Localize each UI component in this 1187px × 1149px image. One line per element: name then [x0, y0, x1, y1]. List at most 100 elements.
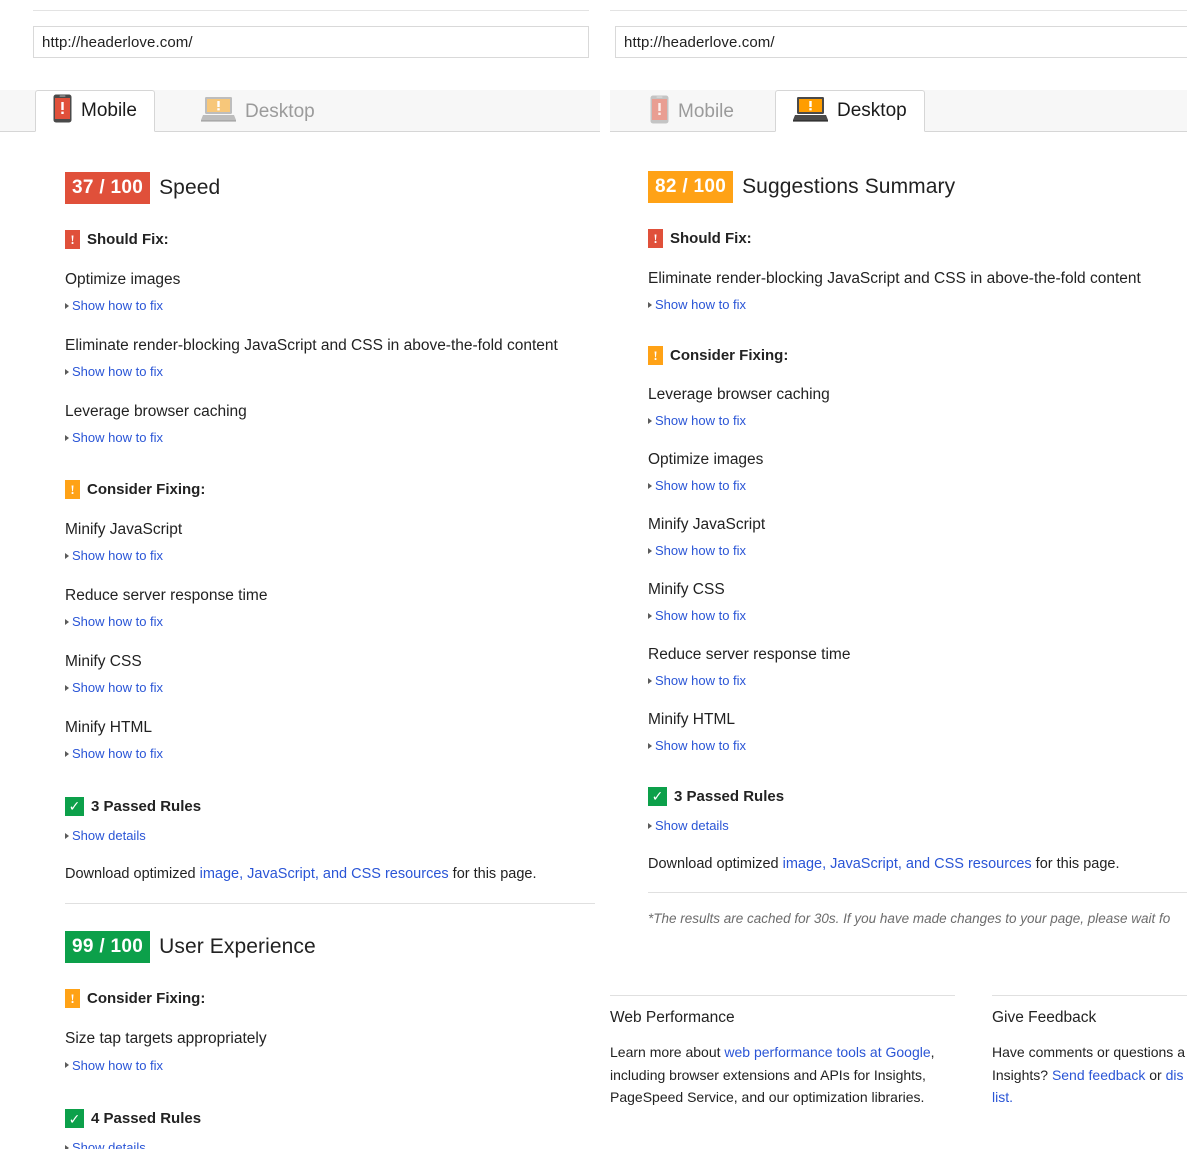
chevron-right-icon — [65, 1062, 69, 1069]
tab-mobile[interactable]: Mobile — [35, 90, 155, 132]
show-details-link[interactable]: Show details — [648, 818, 1187, 834]
rule-item: Minify HTML Show how to fix — [648, 710, 1187, 754]
link-label: Show how to fix — [72, 430, 164, 446]
discussion-list-link[interactable]: dis — [1166, 1067, 1184, 1083]
group-label: Should Fix: — [87, 231, 169, 248]
footer-column-title: Give Feedback — [992, 1009, 1097, 1026]
show-how-to-fix-link[interactable]: Show how to fix — [65, 680, 595, 696]
top-divider — [610, 10, 1187, 11]
tab-mobile[interactable]: Mobile — [632, 90, 752, 132]
suggestions-summary-section: 82 / 100 Suggestions Summary ! Should Fi… — [648, 171, 1187, 928]
feedback-or: or — [1145, 1066, 1166, 1083]
show-how-to-fix-link[interactable]: Show how to fix — [65, 548, 595, 564]
score-title: Speed — [159, 176, 221, 199]
chevron-right-icon — [65, 553, 69, 560]
send-feedback-link[interactable]: Send feedback — [1052, 1067, 1145, 1083]
link-label: Show how to fix — [655, 608, 747, 624]
group-label: Consider Fixing: — [87, 480, 206, 498]
rule-item: Minify HTML Show how to fix — [65, 718, 595, 762]
rule-name: Minify CSS — [648, 580, 725, 598]
link-label: Show how to fix — [655, 478, 747, 494]
download-resources-link[interactable]: image, JavaScript, and CSS resources — [783, 856, 1032, 872]
chevron-right-icon — [65, 750, 69, 757]
tab-label: Mobile — [678, 100, 734, 122]
feedback-line-1: Have comments or questions a — [992, 1044, 1185, 1061]
mobile-phone-icon — [650, 95, 669, 129]
consider-fixing-header: ! Consider Fixing: — [65, 989, 595, 1009]
chevron-right-icon — [65, 1144, 69, 1149]
rule-name: Minify JavaScript — [65, 520, 183, 538]
link-label: Show details — [72, 1140, 146, 1149]
show-how-to-fix-link[interactable]: Show how to fix — [648, 738, 1187, 754]
download-optimized-line: Download optimized image, JavaScript, an… — [648, 855, 1187, 874]
rule-item: Optimize images Show how to fix — [65, 270, 595, 314]
feedback-line-3: list. — [992, 1086, 1187, 1109]
footer-column-body: Have comments or questions a Insights? S… — [992, 1041, 1187, 1109]
download-suffix: for this page. — [448, 866, 537, 883]
tab-label: Desktop — [245, 100, 315, 122]
rule-item: Leverage browser caching Show how to fix — [648, 385, 1187, 429]
show-how-to-fix-link[interactable]: Show how to fix — [648, 297, 1187, 313]
show-how-to-fix-link[interactable]: Show how to fix — [65, 1058, 595, 1074]
link-label: Show how to fix — [655, 673, 747, 689]
show-how-to-fix-link[interactable]: Show how to fix — [648, 413, 1187, 429]
laptop-icon — [793, 96, 828, 127]
rule-item: Leverage browser caching Show how to fix — [65, 402, 595, 446]
cache-note: *The results are cached for 30s. If you … — [648, 911, 1171, 927]
url-bar-right[interactable]: http://headerlove.com/ — [615, 26, 1187, 58]
tab-label: Mobile — [81, 100, 137, 121]
summary-score-header: 82 / 100 Suggestions Summary — [648, 171, 1187, 203]
rule-name: Eliminate render-blocking JavaScript and… — [648, 270, 1141, 287]
show-how-to-fix-link[interactable]: Show how to fix — [65, 364, 595, 380]
rule-item: Minify CSS Show how to fix — [648, 580, 1187, 624]
chevron-right-icon — [648, 302, 652, 309]
mobile-phone-icon — [53, 94, 72, 128]
download-optimized-line: Download optimized image, JavaScript, an… — [65, 865, 595, 884]
speed-section: 37 / 100 Speed ! Should Fix: Optimize im… — [65, 172, 595, 1149]
link-label: Show how to fix — [655, 543, 747, 559]
download-resources-link[interactable]: image, JavaScript, and CSS resources — [200, 866, 449, 882]
url-text: http://headerlove.com/ — [42, 33, 193, 51]
url-bar-left[interactable]: http://headerlove.com/ — [33, 26, 589, 58]
rule-item: Reduce server response time Show how to … — [648, 645, 1187, 689]
show-how-to-fix-link[interactable]: Show how to fix — [65, 298, 595, 314]
consider-fixing-header: ! Consider Fixing: — [65, 479, 595, 499]
show-details-link[interactable]: Show details — [65, 1140, 595, 1149]
tab-desktop[interactable]: Desktop — [775, 90, 925, 132]
link-label: Show how to fix — [72, 548, 164, 564]
tab-desktop[interactable]: Desktop — [183, 90, 333, 132]
should-fix-header: ! Should Fix: — [648, 229, 1187, 248]
chevron-right-icon — [65, 435, 69, 442]
rule-item: Minify JavaScript Show how to fix — [65, 520, 595, 564]
footer-divider — [992, 995, 1187, 996]
link-label: Show how to fix — [72, 1057, 164, 1073]
discussion-list-link-tail[interactable]: list. — [992, 1089, 1013, 1105]
link-label: Show how to fix — [655, 413, 747, 429]
score-badge: 37 / 100 — [65, 172, 151, 204]
check-badge-icon: ✓ — [65, 796, 84, 816]
show-how-to-fix-link[interactable]: Show how to fix — [648, 478, 1187, 494]
show-how-to-fix-link[interactable]: Show how to fix — [65, 430, 595, 446]
passed-rules-label: 4 Passed Rules — [91, 1110, 202, 1128]
passed-rules-header: ✓ 3 Passed Rules — [648, 786, 1187, 806]
link-label: Show how to fix — [72, 746, 164, 762]
link-label: Show how to fix — [72, 298, 164, 314]
show-how-to-fix-link[interactable]: Show how to fix — [65, 614, 595, 630]
show-how-to-fix-link[interactable]: Show how to fix — [648, 673, 1187, 689]
rule-item: Reduce server response time Show how to … — [65, 586, 595, 630]
link-label: Show how to fix — [72, 364, 164, 380]
show-how-to-fix-link[interactable]: Show how to fix — [648, 543, 1187, 559]
warning-badge-icon: ! — [65, 479, 80, 499]
web-performance-tools-link[interactable]: web performance tools at Google — [724, 1044, 930, 1060]
rule-name: Minify JavaScript — [648, 515, 766, 533]
rule-name: Optimize images — [648, 450, 764, 468]
show-details-link[interactable]: Show details — [65, 828, 595, 844]
download-prefix: Download optimized — [648, 856, 783, 873]
show-how-to-fix-link[interactable]: Show how to fix — [648, 608, 1187, 624]
rule-name: Eliminate render-blocking JavaScript and… — [65, 336, 558, 354]
passed-rules-label: 3 Passed Rules — [91, 797, 202, 815]
score-badge: 82 / 100 — [648, 171, 734, 203]
body-prefix: Learn more about — [610, 1044, 725, 1061]
show-how-to-fix-link[interactable]: Show how to fix — [65, 746, 595, 762]
rule-item: Eliminate render-blocking JavaScript and… — [648, 269, 1187, 313]
